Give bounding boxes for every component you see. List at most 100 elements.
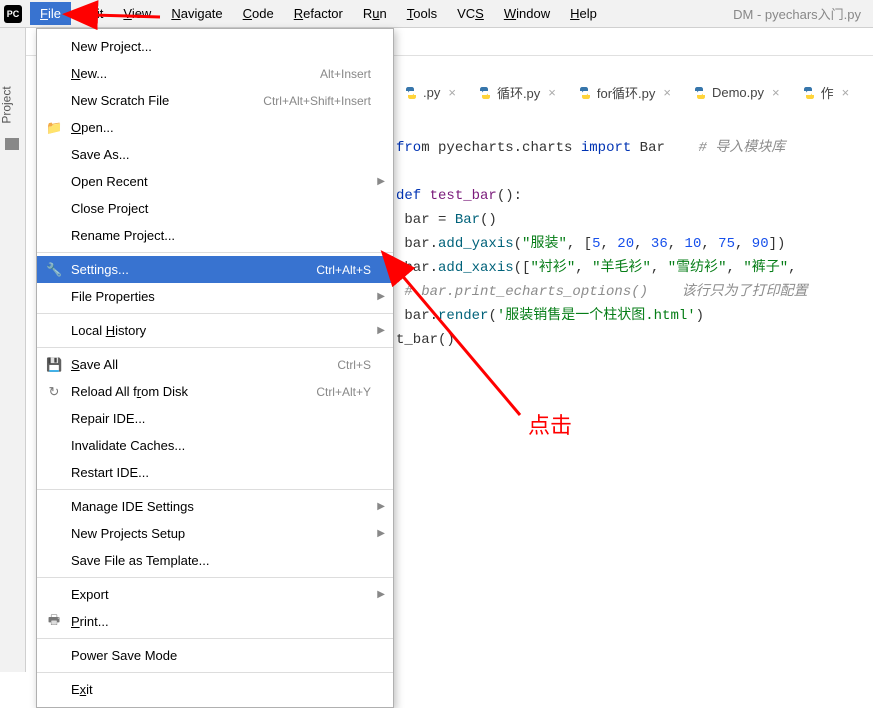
folder-icon: 📁: [46, 120, 62, 136]
menu-item-settings[interactable]: 🔧 Settings...Ctrl+Alt+S: [37, 256, 393, 283]
app-icon: PC: [4, 5, 22, 23]
menu-item-label: Settings...: [71, 262, 316, 277]
menu-item-label: Restart IDE...: [71, 465, 371, 480]
menu-item-label: Manage IDE Settings: [71, 499, 371, 514]
menu-separator: [37, 252, 393, 253]
menu-item-export[interactable]: Export ▶: [37, 581, 393, 608]
menu-item-reload-all-from-disk[interactable]: ↻ Reload All from DiskCtrl+Alt+Y: [37, 378, 393, 405]
chevron-right-icon: ▶: [377, 176, 385, 187]
menu-item-new-project[interactable]: New Project...: [37, 33, 393, 60]
menu-item-shortcut: Ctrl+Alt+S: [316, 263, 371, 277]
sidebar-project-tab[interactable]: Project: [0, 86, 14, 123]
menu-item-invalidate-caches[interactable]: Invalidate Caches...: [37, 432, 393, 459]
python-file-icon: [802, 86, 816, 100]
menu-navigate[interactable]: Navigate: [161, 2, 232, 25]
editor-tabs: .py×循环.py×for循环.py×Demo.py×作×: [396, 80, 857, 107]
menu-item-open[interactable]: 📁 Open...: [37, 114, 393, 141]
menu-item-save-as[interactable]: Save As...: [37, 141, 393, 168]
menu-item-label: New Projects Setup: [71, 526, 371, 541]
chevron-right-icon: ▶: [377, 325, 385, 336]
menu-item-label: Rename Project...: [71, 228, 371, 243]
editor-tab[interactable]: 作×: [794, 80, 858, 107]
menu-window[interactable]: Window: [494, 2, 560, 25]
close-icon[interactable]: ×: [842, 85, 850, 100]
close-icon[interactable]: ×: [448, 85, 456, 100]
menu-item-shortcut: Ctrl+S: [337, 358, 371, 372]
menu-item-label: New Scratch File: [71, 93, 263, 108]
sidebar: Project: [0, 28, 26, 672]
tab-label: 循环.py: [497, 83, 540, 102]
menu-item-label: Save As...: [71, 147, 371, 162]
menu-item-label: New Project...: [71, 39, 371, 54]
menu-separator: [37, 313, 393, 314]
menu-item-label: Reload All from Disk: [71, 384, 316, 399]
menu-item-open-recent[interactable]: Open Recent ▶: [37, 168, 393, 195]
window-title: DM - pyechars入门.py: [733, 4, 861, 23]
menu-item-save-file-as-template[interactable]: Save File as Template...: [37, 547, 393, 574]
editor-tab[interactable]: .py ×: [396, 80, 464, 107]
menu-separator: [37, 672, 393, 673]
tab-label: Demo.py: [712, 85, 764, 100]
python-file-icon: [404, 86, 418, 100]
close-icon[interactable]: ×: [663, 85, 671, 100]
python-file-icon: [578, 86, 592, 100]
reload-icon: ↻: [46, 384, 62, 400]
menu-item-new-projects-setup[interactable]: New Projects Setup ▶: [37, 520, 393, 547]
menu-separator: [37, 638, 393, 639]
menu-item-label: Open...: [71, 120, 371, 135]
menu-item-label: Export: [71, 587, 371, 602]
menu-item-new[interactable]: New...Alt+Insert: [37, 60, 393, 87]
menu-view[interactable]: View: [113, 2, 161, 25]
menu-item-file-properties[interactable]: File Properties▶: [37, 283, 393, 310]
editor-tab[interactable]: 循环.py ×: [470, 80, 564, 107]
python-file-icon: [693, 86, 707, 100]
menu-vcs[interactable]: VCS: [447, 2, 494, 25]
menu-item-save-all[interactable]: 💾Save AllCtrl+S: [37, 351, 393, 378]
editor-tab[interactable]: Demo.py ×: [685, 80, 788, 107]
tab-label: for循环.py: [597, 83, 656, 102]
save-icon: 💾: [46, 357, 62, 373]
chevron-right-icon: ▶: [377, 589, 385, 600]
menu-separator: [37, 347, 393, 348]
code-editor[interactable]: from pyecharts.charts import Bar # 导入模块库…: [396, 112, 808, 352]
menu-code[interactable]: Code: [233, 2, 284, 25]
chevron-right-icon: ▶: [377, 528, 385, 539]
menu-item-local-history[interactable]: Local History ▶: [37, 317, 393, 344]
menu-refactor[interactable]: Refactor: [284, 2, 353, 25]
menu-item-exit[interactable]: Exit: [37, 676, 393, 703]
folder-icon: [5, 138, 19, 150]
tab-label: 作: [821, 83, 834, 102]
menu-item-label: Open Recent: [71, 174, 371, 189]
menu-item-shortcut: Ctrl+Alt+Y: [316, 385, 371, 399]
menu-item-label: New...: [71, 66, 320, 81]
menu-item-shortcut: Ctrl+Alt+Shift+Insert: [263, 94, 371, 108]
menu-item-label: Local History: [71, 323, 371, 338]
file-menu-dropdown: New Project...New...Alt+InsertNew Scratc…: [36, 28, 394, 708]
menu-item-repair-ide[interactable]: Repair IDE...: [37, 405, 393, 432]
menu-item-restart-ide[interactable]: Restart IDE...: [37, 459, 393, 486]
menu-run[interactable]: Run: [353, 2, 397, 25]
editor-tab[interactable]: for循环.py ×: [570, 80, 679, 107]
menu-edit[interactable]: Edit: [71, 2, 113, 25]
menu-file[interactable]: File: [30, 2, 71, 25]
python-file-icon: [478, 86, 492, 100]
menu-tools[interactable]: Tools: [397, 2, 447, 25]
menu-item-label: Print...: [71, 614, 371, 629]
menu-item-close-project[interactable]: Close Project: [37, 195, 393, 222]
menu-item-manage-ide-settings[interactable]: Manage IDE Settings▶: [37, 493, 393, 520]
print-icon: 🖶: [46, 611, 62, 633]
annotation-label: 点击: [528, 408, 572, 440]
menu-item-power-save-mode[interactable]: Power Save Mode: [37, 642, 393, 669]
close-icon[interactable]: ×: [548, 85, 556, 100]
menubar: PC File Edit View Navigate Code Refactor…: [0, 0, 873, 28]
menu-item-label: Power Save Mode: [71, 648, 371, 663]
menu-item-print[interactable]: 🖶 Print...: [37, 608, 393, 635]
menu-help[interactable]: Help: [560, 2, 607, 25]
menu-item-new-scratch-file[interactable]: New Scratch FileCtrl+Alt+Shift+Insert: [37, 87, 393, 114]
menu-item-label: Close Project: [71, 201, 371, 216]
tab-label: .py: [423, 85, 440, 100]
menu-item-rename-project[interactable]: Rename Project...: [37, 222, 393, 249]
menu-item-label: Repair IDE...: [71, 411, 371, 426]
wrench-icon: 🔧: [46, 262, 62, 278]
close-icon[interactable]: ×: [772, 85, 780, 100]
